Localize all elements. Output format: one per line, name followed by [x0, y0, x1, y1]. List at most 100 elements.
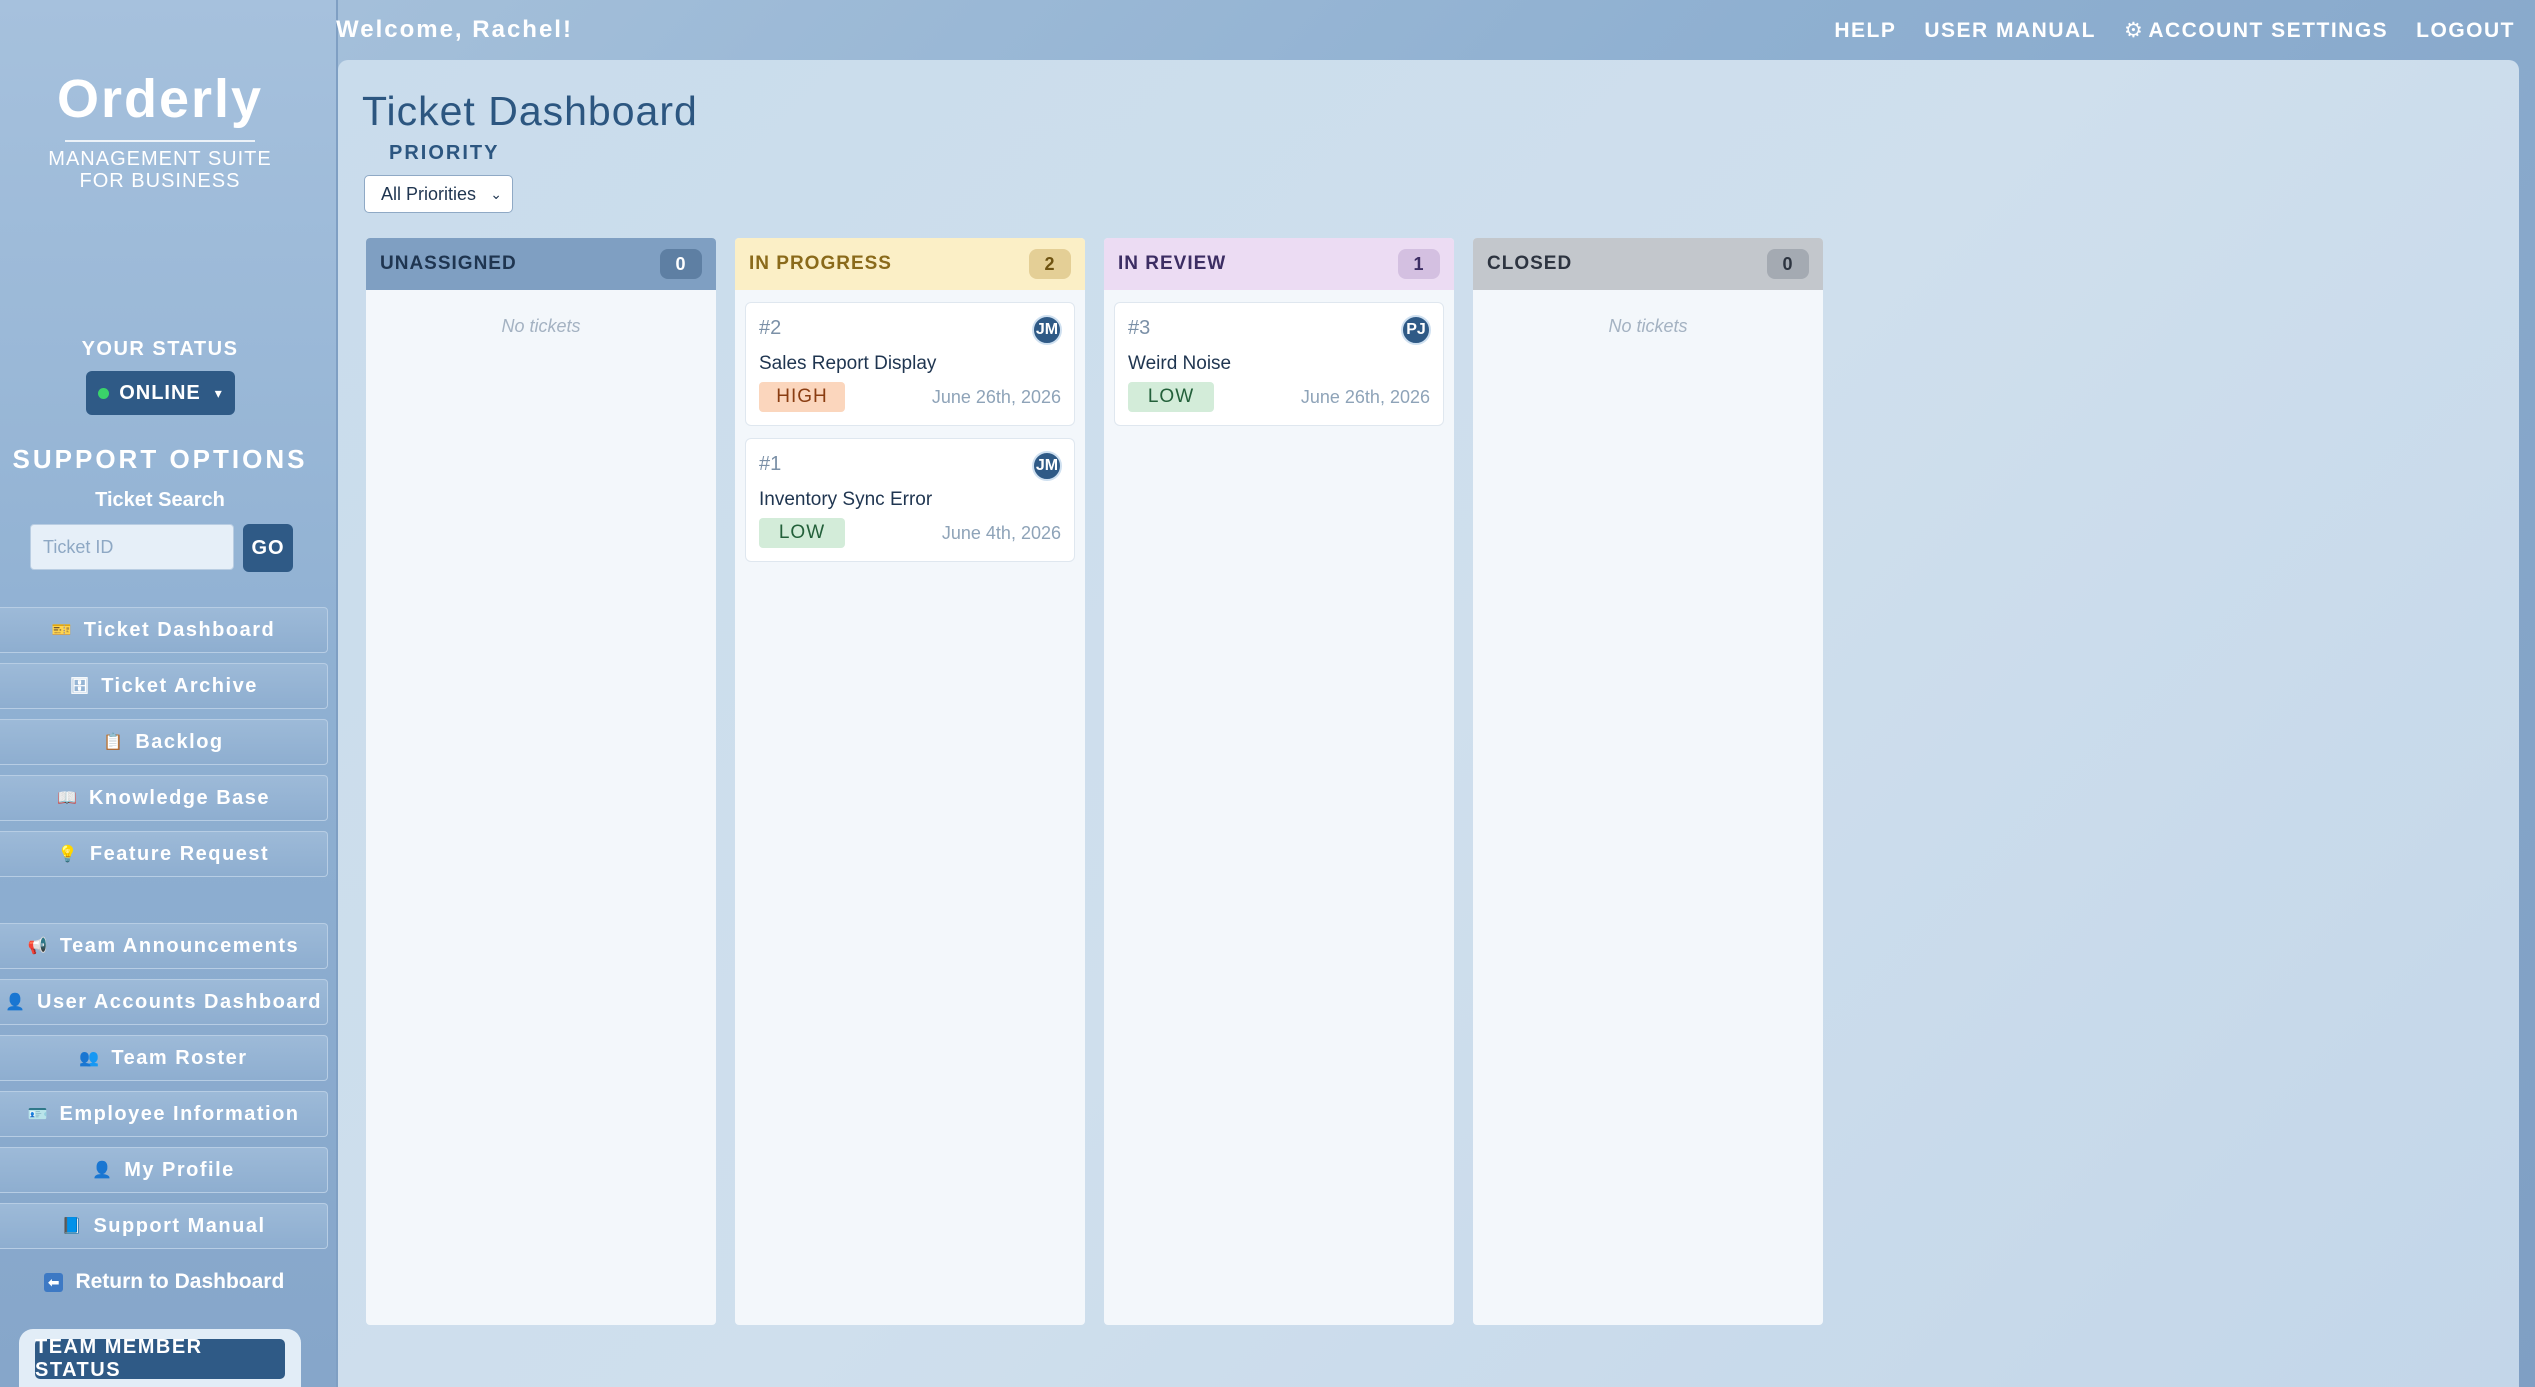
ticket-number: #2: [759, 317, 782, 339]
team-member-status-button[interactable]: TEAM MEMBER STATUS: [35, 1336, 285, 1381]
priority-badge: LOW: [1128, 382, 1214, 412]
sidebar-item-employee-information[interactable]: 🪪 Employee Information: [0, 1091, 328, 1137]
sidebar-item-my-profile[interactable]: 👤 My Profile: [0, 1147, 328, 1193]
assignee-avatar: JM: [1032, 451, 1062, 481]
manual-icon: 📘: [61, 1218, 83, 1235]
account-settings-label: ACCOUNT SETTINGS: [2148, 18, 2389, 42]
return-to-dashboard-link[interactable]: ⬅ Return to Dashboard: [0, 1270, 328, 1294]
ticket-id-input[interactable]: [30, 524, 234, 570]
ticket-title: Weird Noise: [1128, 353, 1232, 374]
brand-subtitle-line1: MANAGEMENT SUITE: [48, 148, 272, 170]
sidebar-item-label: Ticket Dashboard: [83, 618, 276, 641]
help-link[interactable]: HELP: [1834, 18, 1896, 43]
support-options-title: SUPPORT OPTIONS: [12, 444, 308, 474]
column-header: UNASSIGNED 0: [366, 238, 716, 290]
priority-badge: LOW: [759, 518, 845, 548]
column-count-badge: 2: [1029, 249, 1071, 279]
column-unassigned: UNASSIGNED 0 No tickets: [366, 238, 716, 1325]
user-manual-link[interactable]: USER MANUAL: [1924, 18, 2096, 43]
team-status-panel: TEAM MEMBER STATUS: [19, 1329, 301, 1387]
megaphone-icon: 📢: [27, 938, 50, 955]
ticket-title: Inventory Sync Error: [759, 489, 933, 510]
sidebar-item-team-roster[interactable]: 👥 Team Roster: [0, 1035, 328, 1081]
sidebar-item-label: Backlog: [135, 730, 224, 753]
column-header: IN REVIEW 1: [1104, 238, 1454, 290]
account-settings-link[interactable]: ⚙ ACCOUNT SETTINGS: [2124, 18, 2388, 43]
sidebar-item-ticket-dashboard[interactable]: 🎫 Ticket Dashboard: [0, 607, 328, 653]
ticket-card[interactable]: #3 PJ Weird Noise LOW June 26th, 2026: [1114, 302, 1444, 426]
sidebar-item-label: User Accounts Dashboard: [37, 990, 322, 1013]
ticket-date: June 26th, 2026: [931, 387, 1061, 407]
empty-state: No tickets: [501, 316, 581, 336]
column-count-badge: 0: [660, 249, 702, 279]
ticket-date: June 26th, 2026: [1300, 387, 1430, 407]
priority-badge: HIGH: [759, 382, 845, 412]
ticket-number: #1: [759, 453, 782, 475]
sidebar-item-team-announcements[interactable]: 📢 Team Announcements: [0, 923, 328, 969]
sidebar-item-user-accounts-dashboard[interactable]: 👤 User Accounts Dashboard: [0, 979, 328, 1025]
chevron-down-icon: ⌄: [490, 185, 502, 202]
online-dot-icon: [98, 387, 110, 399]
column-in-progress: IN PROGRESS 2 #2 JM Sales Report Display…: [735, 238, 1085, 1325]
brand-divider: [65, 140, 255, 142]
priority-filter-value: All Priorities: [381, 183, 477, 204]
brand-logo: Orderly MANAGEMENT SUITE FOR BUSINESS: [0, 70, 320, 192]
sidebar-item-knowledge-base[interactable]: 📖 Knowledge Base: [0, 775, 328, 821]
sidebar-item-label: Employee Information: [59, 1102, 300, 1125]
sidebar-item-label: My Profile: [124, 1158, 235, 1181]
assignee-avatar: PJ: [1401, 315, 1431, 345]
sidebar-item-feature-request[interactable]: 💡 Feature Request: [0, 831, 328, 877]
column-count-badge: 1: [1398, 249, 1440, 279]
ticket-date: June 4th, 2026: [941, 523, 1061, 543]
ticket-title: Sales Report Display: [759, 353, 937, 374]
ticket-card[interactable]: #2 JM Sales Report Display HIGH June 26t…: [745, 302, 1075, 426]
status-value: ONLINE: [119, 381, 201, 404]
users-icon: 👥: [79, 1050, 101, 1067]
caret-down-icon: ▾: [214, 384, 223, 401]
column-closed: CLOSED 0 No tickets: [1473, 238, 1823, 1325]
lightbulb-icon: 💡: [57, 846, 80, 863]
sidebar-item-backlog[interactable]: 📋 Backlog: [0, 719, 328, 765]
ticket-number: #3: [1128, 317, 1151, 339]
user-icon: 👤: [5, 994, 27, 1011]
sidebar-item-label: Support Manual: [93, 1214, 266, 1237]
sidebar-item-label: Team Announcements: [59, 934, 300, 957]
main-panel: Ticket Dashboard PRIORITY All Priorities…: [338, 60, 2519, 1387]
id-card-icon: 🪪: [27, 1106, 49, 1123]
sidebar-item-label: Ticket Archive: [101, 674, 258, 697]
sidebar-item-support-manual[interactable]: 📘 Support Manual: [0, 1203, 328, 1249]
column-in-review: IN REVIEW 1 #3 PJ Weird Noise LOW June 2…: [1104, 238, 1454, 1325]
logout-link[interactable]: LOGOUT: [2416, 18, 2515, 43]
priority-filter-label: PRIORITY: [389, 142, 500, 164]
column-header: IN PROGRESS 2: [735, 238, 1085, 290]
welcome-message: Welcome, Rachel!: [336, 16, 573, 43]
ticket-search-label: Ticket Search: [95, 489, 225, 511]
back-arrow-icon: ⬅: [43, 1272, 64, 1292]
brand-subtitle-line2: FOR BUSINESS: [79, 170, 241, 192]
ticket-card[interactable]: #1 JM Inventory Sync Error LOW June 4th,…: [745, 438, 1075, 562]
sidebar-item-label: Feature Request: [89, 842, 270, 865]
sidebar-item-label: Knowledge Base: [88, 786, 271, 809]
column-title: IN PROGRESS: [749, 253, 892, 274]
profile-icon: 👤: [92, 1162, 114, 1179]
column-title: UNASSIGNED: [380, 253, 517, 274]
priority-filter-select[interactable]: All Priorities ⌄: [364, 175, 513, 213]
column-title: CLOSED: [1487, 253, 1573, 274]
ticket-icon: 🎫: [51, 622, 74, 639]
page-title: Ticket Dashboard: [362, 88, 698, 134]
sidebar-item-label: Team Roster: [111, 1046, 248, 1069]
archive-icon: 🗄: [69, 678, 91, 695]
go-button[interactable]: GO: [243, 524, 293, 572]
brand-name: Orderly: [56, 69, 264, 129]
column-count-badge: 0: [1767, 249, 1809, 279]
status-dropdown[interactable]: ONLINE ▾: [86, 371, 235, 415]
clipboard-icon: 📋: [103, 734, 125, 751]
return-label: Return to Dashboard: [75, 1270, 285, 1293]
column-header: CLOSED 0: [1473, 238, 1823, 290]
sidebar: Orderly MANAGEMENT SUITE FOR BUSINESS YO…: [0, 0, 338, 1387]
gear-icon: ⚙: [2124, 19, 2145, 42]
status-label: YOUR STATUS: [81, 338, 239, 360]
sidebar-item-ticket-archive[interactable]: 🗄 Ticket Archive: [0, 663, 328, 709]
empty-state: No tickets: [1608, 316, 1688, 336]
top-navigation: HELP USER MANUAL ⚙ ACCOUNT SETTINGS LOGO…: [1834, 18, 2515, 43]
